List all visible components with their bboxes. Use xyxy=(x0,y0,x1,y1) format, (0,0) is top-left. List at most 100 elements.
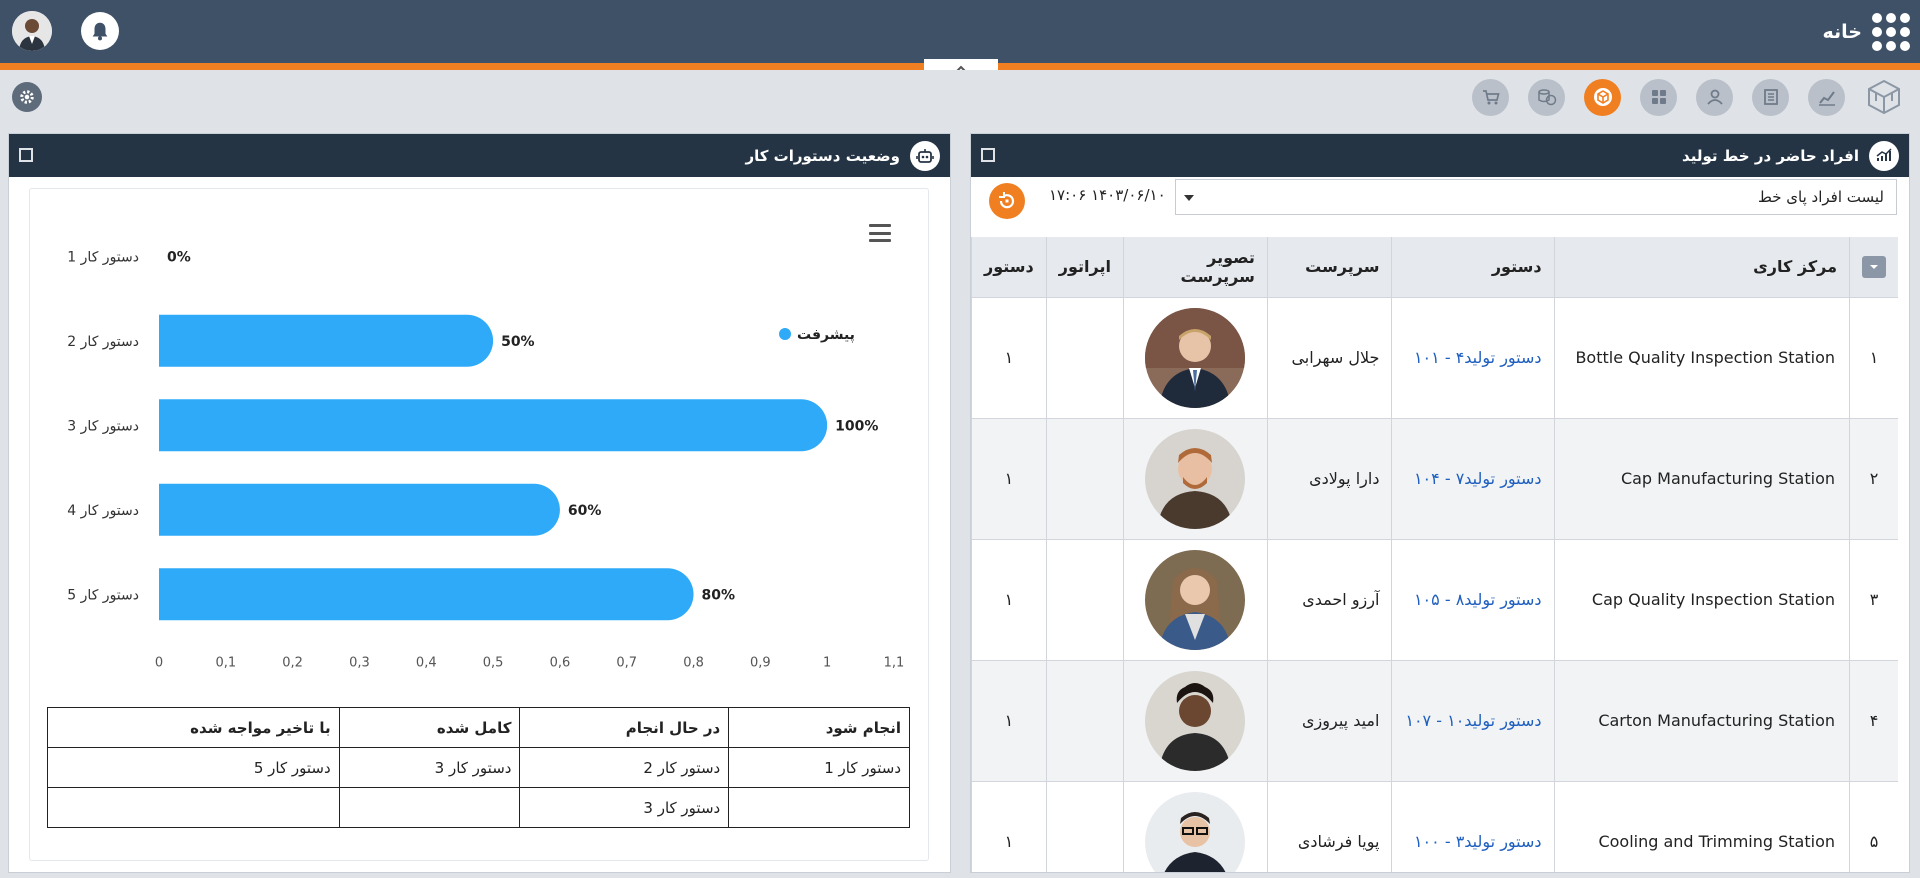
order-link[interactable]: دستور تولید۴ - ۱۰۱ xyxy=(1391,296,1555,418)
row-index: ۵ xyxy=(1849,780,1898,872)
chart-line-icon xyxy=(1818,91,1835,106)
supervisor-name: جلال سهرابی xyxy=(1266,296,1392,418)
column-menu-button[interactable] xyxy=(1862,255,1886,278)
sales-button[interactable] xyxy=(1472,78,1509,116)
status-cell: دستور کار 2 xyxy=(519,747,730,788)
order-link[interactable]: دستور تولید۳ - ۱۰۰ xyxy=(1391,780,1555,872)
x-tick-label: 0,7 xyxy=(616,656,637,671)
people-list-select[interactable]: لیست افراد پای خط xyxy=(1175,179,1897,215)
legend-label: پیشرفت xyxy=(797,327,855,343)
dashboard-button[interactable] xyxy=(1640,78,1677,116)
order-count: ۱ xyxy=(971,417,1047,539)
work-center-name: Bottle Quality Inspection Station xyxy=(1553,296,1850,418)
home-title[interactable]: خانه xyxy=(1823,21,1862,43)
status-cell xyxy=(47,787,340,828)
refresh-button[interactable] xyxy=(989,183,1025,219)
x-tick-label: 0,6 xyxy=(550,656,571,671)
work-order-status-header: وضعیت دستورات کار xyxy=(9,134,950,177)
supervisor-name: امید پیروزی xyxy=(1266,659,1392,781)
order-link[interactable]: دستور تولید۷ - ۱۰۴ xyxy=(1391,417,1555,539)
col-operator[interactable]: اپراتور xyxy=(1045,237,1124,297)
column-toggle-cell xyxy=(1849,237,1898,297)
status-cell: دستور کار 5 xyxy=(47,747,340,788)
work-center-name: Cap Quality Inspection Station xyxy=(1553,538,1850,660)
work-order-status-panel: وضعیت دستورات کار دستور کار 1 0% دستور کار… xyxy=(8,133,951,873)
table-row[interactable]: ۵ Cooling and Trimming Station دستور تول… xyxy=(971,780,1898,872)
data-label: 0% xyxy=(167,249,191,265)
people-list-select-value: لیست افراد پای خط xyxy=(1758,188,1884,206)
users-button[interactable] xyxy=(1696,78,1733,116)
robot-icon xyxy=(910,140,940,171)
supervisor-photo xyxy=(1145,549,1246,650)
category-label: دستور کار 5 xyxy=(67,587,139,603)
table-row[interactable]: ۳ Cap Quality Inspection Station دستور ت… xyxy=(971,538,1898,660)
list-button[interactable] xyxy=(1752,78,1789,116)
users-icon xyxy=(1706,89,1723,105)
data-label: 60% xyxy=(568,503,602,519)
user-avatar[interactable] xyxy=(12,11,52,51)
logo-cube-icon[interactable] xyxy=(1864,77,1904,117)
col-supervisor[interactable]: سرپرست xyxy=(1266,237,1392,297)
box-icon xyxy=(1593,88,1612,106)
table-row[interactable]: ۴ Carton Manufacturing Station دستور تول… xyxy=(971,659,1898,781)
progress-bar xyxy=(159,399,828,452)
caret-down-icon xyxy=(1870,264,1878,269)
table-row[interactable]: ۱ Bottle Quality Inspection Station دستو… xyxy=(971,296,1898,418)
x-tick-label: 0,8 xyxy=(683,656,704,671)
supervisor-name: آرزو احمدی xyxy=(1266,538,1392,660)
x-tick-label: 1 xyxy=(823,656,831,671)
production-button[interactable] xyxy=(1584,78,1621,116)
status-cell: دستور کار 3 xyxy=(338,747,521,788)
x-tick-label: 0,4 xyxy=(416,656,437,671)
x-tick-label: 0,5 xyxy=(483,656,504,671)
apps-grid-icon[interactable] xyxy=(1872,13,1910,51)
x-tick-label: 0,9 xyxy=(750,656,771,671)
production-line-people-header: افراد حاضر در خط تولید xyxy=(971,134,1909,177)
last-updated-timestamp: ۱۴۰۳/۰۶/۱۰ ۱۷:۰۶ xyxy=(1049,186,1166,204)
order-count: ۱ xyxy=(971,659,1047,781)
x-tick-label: 0,2 xyxy=(282,656,303,671)
maximize-square-icon[interactable] xyxy=(981,148,995,162)
people-table-header-row: مرکز کاری دستور سرپرست تصویر سرپرست اپرا… xyxy=(971,237,1898,297)
settings-button[interactable] xyxy=(12,82,42,112)
status-cell xyxy=(728,787,910,828)
category-label: دستور کار 3 xyxy=(67,418,139,434)
order-link[interactable]: دستور تولید۱۰ - ۱۰۷ xyxy=(1391,659,1555,781)
brand[interactable]: خانه xyxy=(1823,12,1910,52)
status-cell: دستور کار 3 xyxy=(519,787,730,828)
work-center-name: Cooling and Trimming Station xyxy=(1553,780,1850,872)
supervisor-photo-cell xyxy=(1122,296,1268,418)
supervisor-photo-cell xyxy=(1122,659,1268,781)
table-row[interactable]: ۲ Cap Manufacturing Station دستور تولید۷… xyxy=(971,417,1898,539)
maximize-square-icon[interactable] xyxy=(19,148,33,162)
module-toolbar xyxy=(1472,77,1904,117)
grid-icon xyxy=(1651,90,1666,104)
col-work-center[interactable]: مرکز کاری xyxy=(1553,237,1850,297)
chart-line-button[interactable] xyxy=(1808,78,1845,116)
status-col-in-progress: در حال انجام xyxy=(519,707,730,748)
col-supervisor-photo[interactable]: تصویر سرپرست xyxy=(1122,237,1268,297)
work-order-status-table: انجام شود در حال انجام کامل شده با تاخیر… xyxy=(47,707,910,828)
operator-name xyxy=(1045,417,1124,539)
supervisor-name: دارا پولادی xyxy=(1266,417,1392,539)
status-table-header-row: انجام شود در حال انجام کامل شده با تاخیر… xyxy=(47,707,910,748)
work-center-name: Cap Manufacturing Station xyxy=(1553,417,1850,539)
bell-icon xyxy=(92,22,108,41)
finance-button[interactable] xyxy=(1528,78,1565,116)
table-row: دستور کار 3 xyxy=(47,787,910,828)
progress-bar xyxy=(159,483,560,536)
operator-name xyxy=(1045,538,1124,660)
category-label: دستور کار 2 xyxy=(67,334,139,350)
col-order[interactable]: دستور xyxy=(1391,237,1555,297)
table-row: دستور کار 1 دستور کار 2 دستور کار 3 دستو… xyxy=(47,747,910,788)
order-link[interactable]: دستور تولید۸ - ۱۰۵ xyxy=(1391,538,1555,660)
operator-name xyxy=(1045,780,1124,872)
production-line-people-panel: افراد حاضر در خط تولید لیست افراد پای خط… xyxy=(970,133,1910,873)
col-order-count[interactable]: دستور xyxy=(971,237,1047,297)
supervisor-photo xyxy=(1145,670,1246,771)
coins-icon xyxy=(1537,89,1556,106)
supervisor-photo xyxy=(1145,428,1246,529)
supervisor-photo-cell xyxy=(1122,780,1268,872)
notifications-button[interactable] xyxy=(81,12,119,50)
operator-name xyxy=(1045,659,1124,781)
